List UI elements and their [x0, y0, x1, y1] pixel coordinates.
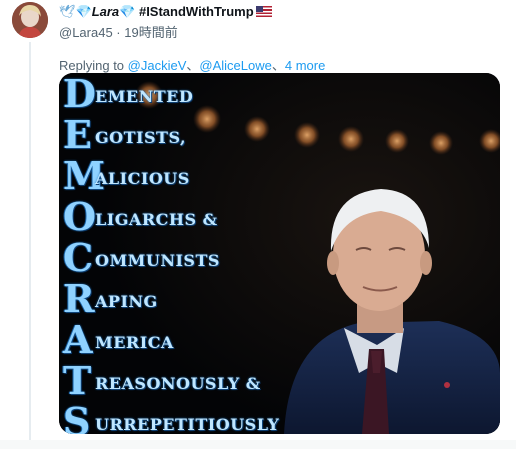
acrostic-initial: A: [63, 317, 93, 362]
tweet: 🕊💎Lara💎 #IStandWithTrump @Lara45 · 19時間前…: [0, 0, 516, 449]
display-name-suffix: 💎 #IStandWithTrump: [119, 4, 254, 19]
acrostic-word: REASONOUSLY &: [95, 374, 261, 393]
reply-user-link-1[interactable]: @JackieV: [128, 58, 187, 73]
user-handle[interactable]: @Lara45: [59, 25, 113, 40]
display-name[interactable]: 🕊💎Lara💎 #IStandWithTrump: [59, 4, 272, 20]
acrostic-initial: S: [63, 399, 91, 435]
reply-separator: 、: [186, 58, 200, 73]
reply-separator: 、: [271, 58, 285, 73]
next-tweet-divider: [0, 440, 516, 449]
acrostic-word: OMMUNISTS: [95, 251, 220, 270]
reply-more-link[interactable]: 4 more: [285, 58, 325, 73]
attached-image[interactable]: D EMENTED E GOTISTS, M ALICIOUS O LIGARCHS &…: [59, 73, 500, 434]
thread-line: [29, 42, 31, 449]
acrostic-word: URREPETITIOUSLY: [95, 415, 280, 434]
acrostic-word: APING: [95, 292, 158, 311]
separator: ·: [112, 25, 125, 40]
us-flag-icon: [255, 6, 272, 17]
avatar[interactable]: [12, 2, 48, 38]
display-name-main: Lara: [91, 4, 120, 19]
replying-to-label: Replying to: [59, 58, 128, 73]
acrostic-initial: C: [63, 235, 94, 280]
acrostic-word: EMENTED: [95, 87, 194, 106]
acrostic-initial: O: [63, 194, 97, 239]
handle-line: @Lara45 · 19時間前: [59, 22, 178, 41]
acrostic-word: LIGARCHS &: [95, 210, 218, 229]
acrostic-word: GOTISTS,: [95, 128, 187, 147]
timestamp[interactable]: 19時間前: [124, 25, 177, 40]
reply-user-link-2[interactable]: @AliceLowe: [199, 58, 271, 73]
acrostic-initial: T: [63, 358, 92, 403]
acrostic-initial: E: [63, 112, 92, 157]
acrostic-initial: R: [63, 276, 95, 321]
acrostic-word: ALICIOUS: [95, 169, 190, 188]
dove-gem-emoji: 🕊💎: [59, 4, 92, 19]
acrostic-word: MERICA: [95, 333, 174, 352]
acrostic-initial: D: [63, 73, 96, 116]
replying-to: Replying to @JackieV、@AliceLowe、4 more: [59, 55, 325, 74]
